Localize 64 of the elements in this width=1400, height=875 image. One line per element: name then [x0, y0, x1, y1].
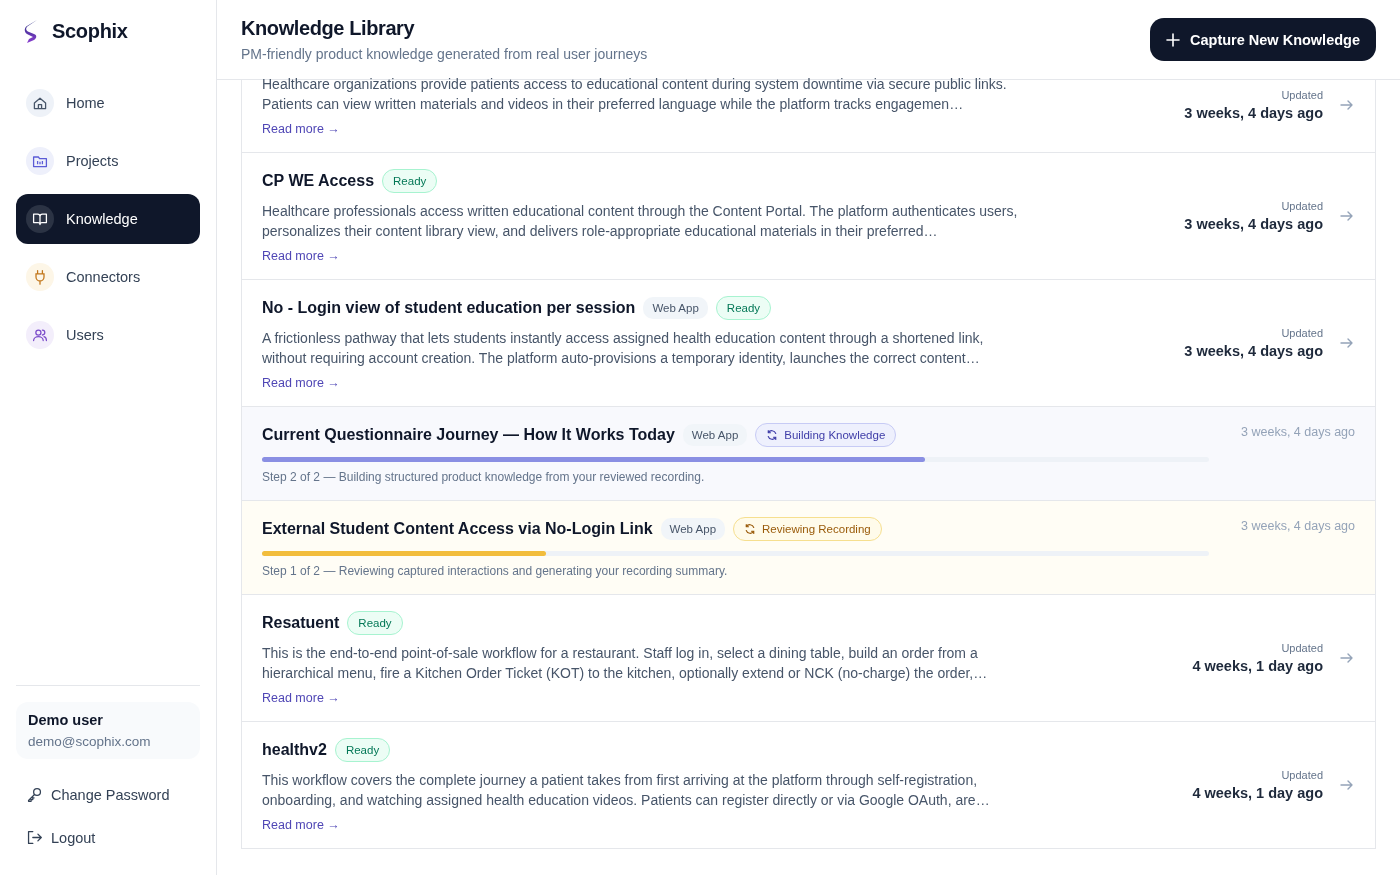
step-text: Step 1 of 2 — Reviewing captured interactions and generating your recording summary.	[262, 564, 729, 578]
item-title: Resatuent	[262, 614, 340, 632]
refresh-icon	[744, 523, 757, 535]
knowledge-card[interactable]: Current Questionnaire Journey — How It Works Today Web App Building Knowledge Step 2 of 2 — Building structured product knowledge from your reviewed recording. 3 weeks, 4 days ago	[242, 407, 1375, 501]
updated-label: Updated	[1281, 89, 1323, 101]
status-badge: Ready	[382, 169, 438, 193]
logout-icon	[26, 829, 43, 846]
refresh-icon	[766, 429, 779, 441]
updated-label: Updated	[1281, 327, 1323, 339]
home-icon	[32, 95, 48, 111]
nav-item[interactable]: Connectors	[16, 252, 200, 302]
capture-button[interactable]: Capture New Knowledge	[1150, 18, 1376, 61]
nav-item[interactable]: Projects	[16, 136, 200, 186]
status-badge: Ready	[334, 738, 391, 762]
item-title: No - Login view of student education per session	[262, 299, 636, 317]
plus-icon	[1166, 32, 1180, 47]
item-title: CP WE Access	[262, 172, 375, 190]
nav-item[interactable]: Knowledge	[16, 194, 200, 244]
item-description: Healthcare professionals access written educational content through the Content Portal. The platform authenticates users, personalizes their content library view, and delivers role-appropriate educational materials in their preferred…	[262, 202, 1019, 241]
status-badge: Ready	[347, 611, 403, 635]
read-more-link[interactable]: Read more →	[262, 122, 340, 136]
updated-time: 4 weeks, 1 day ago	[1192, 658, 1323, 674]
user-email: demo@scophix.com	[28, 734, 152, 749]
status-badge: Ready	[715, 296, 772, 320]
user-name: Demo user	[28, 712, 104, 728]
updated-time: 3 weeks, 4 days ago	[1241, 425, 1355, 439]
updated-time: 3 weeks, 4 days ago	[1184, 343, 1323, 359]
item-description: This is the end-to-end point-of-sale workflow for a restaurant. Staff log in, select a dining table, build an order from a hierarchical menu, fire a Kitchen Order Ticket (KOT) to the kitchen, optionally extend or NCK (no-charge) the order,…	[262, 644, 989, 683]
account-link[interactable]: Logout	[16, 816, 106, 859]
nav-item[interactable]: Users	[16, 310, 200, 360]
status-badge: Building Knowledge	[755, 423, 897, 447]
item-title: Current Questionnaire Journey — How It Works Today	[262, 426, 675, 444]
updated-label: Updated	[1281, 200, 1323, 212]
item-description: This workflow covers the complete journey a patient takes from first arriving at the platform through self-registration, onboarding, and watching assigned health education videos. Patients can register directly or via Google OAuth, are…	[262, 771, 991, 810]
item-description: A frictionless pathway that lets students instantly access assigned health education content through a shortened link, without requiring account creation. The platform auto-provisions a temporary identity, launches the correct content…	[262, 329, 985, 368]
updated-time: 4 weeks, 1 day ago	[1192, 785, 1323, 801]
folder-chart-icon	[32, 153, 48, 169]
users-icon	[32, 327, 48, 343]
key-icon	[26, 786, 43, 803]
step-text: Step 2 of 2 — Building structured product knowledge from your reviewed recording.	[262, 470, 706, 484]
item-description: Healthcare organizations provide patients access to educational content during system downtime via secure public links. Patients can view written materials and videos in their preferred language while the platform tracks engagemen…	[262, 75, 1008, 114]
read-more-link[interactable]: Read more →	[262, 249, 340, 263]
read-more-link[interactable]: Read more →	[262, 376, 340, 390]
item-title: External Student Content Access via No-Login Link	[262, 520, 653, 538]
plug-icon	[32, 269, 48, 285]
nav-item[interactable]: Home	[16, 78, 200, 128]
account-link[interactable]: Change Password	[16, 773, 180, 816]
platform-tag: Web App	[643, 297, 708, 319]
updated-label: Updated	[1281, 642, 1323, 654]
brand-name: Scophix	[52, 19, 128, 43]
page-subtitle: PM-friendly product knowledge generated from real user journeys	[241, 46, 648, 62]
read-more-link[interactable]: Read more →	[262, 691, 340, 705]
platform-tag: Web App	[660, 518, 726, 540]
updated-label: Updated	[1281, 769, 1323, 781]
item-title: healthv2	[262, 741, 327, 759]
page-title: Knowledge Library	[241, 17, 416, 40]
knowledge-card[interactable]: External Student Content Access via No-Login Link Web App Reviewing Recording Step 1 of 2 — Reviewing captured interactions and generating your recording summary. 3 weeks, 4 days ago	[242, 501, 1375, 595]
updated-time: 3 weeks, 4 days ago	[1184, 105, 1323, 121]
book-icon	[32, 211, 48, 227]
updated-time: 3 weeks, 4 days ago	[1241, 519, 1355, 533]
status-badge: Reviewing Recording	[733, 517, 882, 541]
read-more-link[interactable]: Read more →	[262, 818, 340, 832]
platform-tag: Web App	[682, 424, 748, 446]
updated-time: 3 weeks, 4 days ago	[1184, 216, 1323, 232]
